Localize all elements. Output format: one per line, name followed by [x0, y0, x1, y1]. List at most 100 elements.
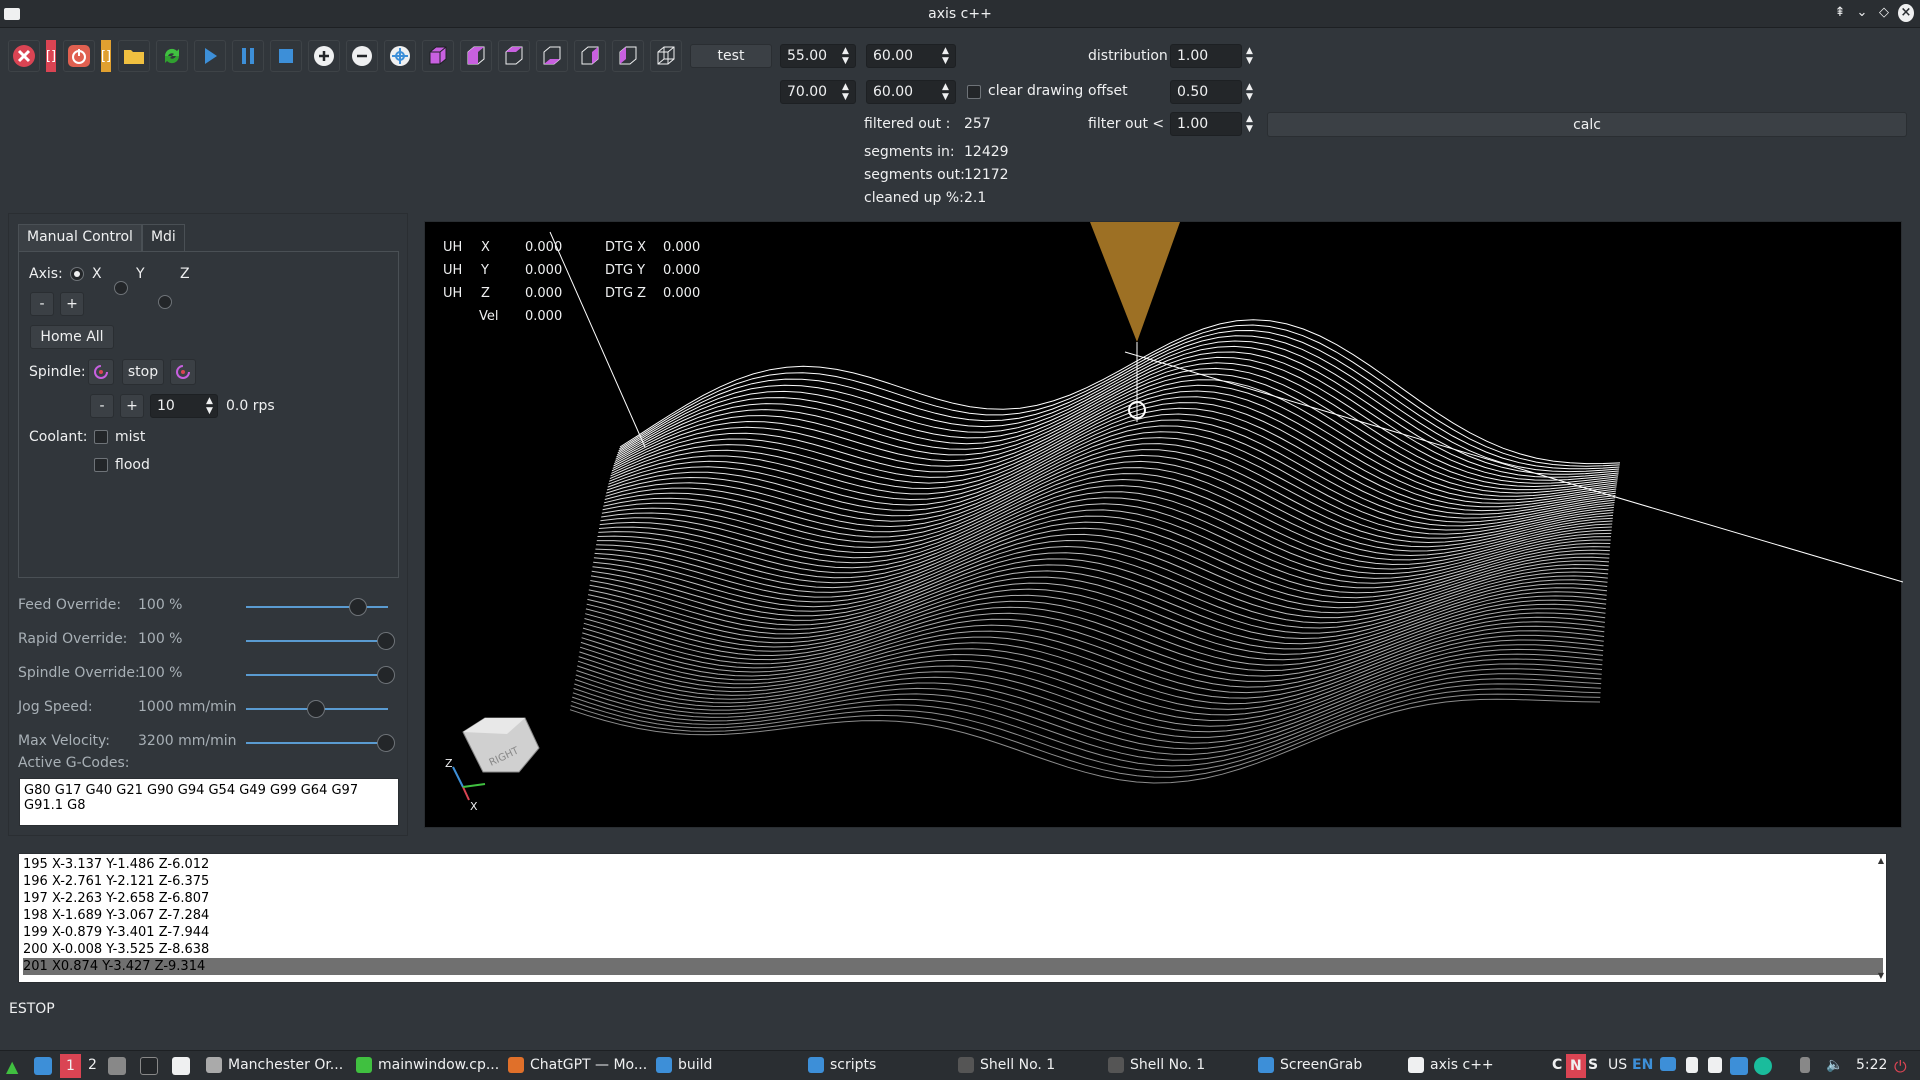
- view-cube[interactable]: RIGHT: [462, 717, 540, 773]
- terminal-launcher-icon[interactable]: [140, 1057, 158, 1075]
- param-spin-2-arrows[interactable]: ▲ ▼: [942, 46, 949, 66]
- tray-c[interactable]: C: [1552, 1057, 1562, 1073]
- override-slider-track[interactable]: [246, 640, 388, 642]
- distribution-spin-arrows[interactable]: ▲ ▼: [1246, 46, 1253, 66]
- workspace-1[interactable]: 1: [60, 1054, 81, 1078]
- param-spin-1-arrows[interactable]: ▲ ▼: [842, 46, 849, 66]
- taskbar-app[interactable]: ScreenGrab: [1258, 1057, 1362, 1073]
- axis-z-radio[interactable]: [158, 295, 172, 309]
- spindle-stop-button[interactable]: stop: [122, 359, 164, 385]
- sync-icon[interactable]: [1754, 1057, 1772, 1075]
- run-button[interactable]: [194, 40, 226, 72]
- spindle-faster-button[interactable]: +: [120, 394, 144, 418]
- gcode-line[interactable]: 196 X-2.761 Y-2.121 Z-6.375: [23, 873, 1883, 890]
- spindle-slower-button[interactable]: -: [90, 394, 114, 418]
- clipboard-icon[interactable]: [1686, 1057, 1698, 1073]
- gcode-line[interactable]: 198 X-1.689 Y-3.067 Z-7.284: [23, 907, 1883, 924]
- spindle-speed-arrows[interactable]: ▲ ▼: [206, 396, 213, 416]
- keyboard-layout-us[interactable]: US: [1608, 1057, 1627, 1073]
- stop-button[interactable]: [270, 40, 302, 72]
- view-front-button[interactable]: [498, 40, 530, 72]
- spindle-reverse-button[interactable]: [88, 359, 114, 385]
- network-icon[interactable]: [1660, 1057, 1676, 1071]
- scroll-up-icon[interactable]: ▲: [1878, 856, 1884, 865]
- zoom-fit-button[interactable]: [384, 40, 416, 72]
- override-slider-handle[interactable]: [377, 666, 395, 684]
- override-slider-handle[interactable]: [349, 598, 367, 616]
- view-left-button[interactable]: [574, 40, 606, 72]
- taskbar-app[interactable]: mainwindow.cp...: [356, 1057, 499, 1073]
- show-desktop-icon[interactable]: [34, 1057, 52, 1075]
- view-back-button[interactable]: [650, 40, 682, 72]
- machine-power-button[interactable]: [63, 40, 95, 72]
- distribution-spin[interactable]: 1.00: [1170, 44, 1242, 68]
- jog-plus-button[interactable]: +: [60, 292, 84, 316]
- view-side-button[interactable]: [536, 40, 568, 72]
- tray-s[interactable]: S: [1588, 1057, 1598, 1073]
- power-menu-icon[interactable]: ⏻: [1894, 1057, 1907, 1077]
- test-button[interactable]: test: [690, 44, 772, 68]
- tray-n[interactable]: N: [1566, 1054, 1586, 1078]
- taskbar-app[interactable]: Manchester Or...: [206, 1057, 343, 1073]
- taskbar-app[interactable]: axis c++: [1408, 1057, 1494, 1073]
- zoom-in-button[interactable]: [308, 40, 340, 72]
- taskbar-app[interactable]: build: [656, 1057, 712, 1073]
- taskbar-app[interactable]: Shell No. 1: [958, 1057, 1055, 1073]
- gcode-line[interactable]: 195 X-3.137 Y-1.486 Z-6.012: [23, 856, 1883, 873]
- taskbar-app[interactable]: ChatGPT — Mo...: [508, 1057, 647, 1073]
- override-slider-handle[interactable]: [307, 700, 325, 718]
- pause-button[interactable]: [232, 40, 264, 72]
- reload-button[interactable]: [156, 40, 188, 72]
- volume-icon[interactable]: 🔈: [1826, 1057, 1843, 1073]
- minimize-icon[interactable]: ⌄: [1854, 4, 1870, 22]
- keyboard-layout-en[interactable]: EN: [1632, 1057, 1653, 1073]
- maximize-icon[interactable]: ◇: [1876, 4, 1892, 22]
- filter-spin-arrows[interactable]: ▲ ▼: [1246, 114, 1253, 134]
- estop-button[interactable]: [8, 40, 40, 72]
- taskbar-app[interactable]: Shell No. 1: [1108, 1057, 1205, 1073]
- axis-y-radio[interactable]: [114, 281, 128, 295]
- preview-viewport[interactable]: RIGHT Z X UH X 0.000 DTG X 0.000 UH Y 0.…: [424, 221, 1903, 828]
- param-spin-3-arrows[interactable]: ▲ ▼: [842, 82, 849, 102]
- workspace-2[interactable]: 2: [88, 1057, 97, 1073]
- gcode-line[interactable]: 200 X-0.008 Y-3.525 Z-8.638: [23, 941, 1883, 958]
- mist-checkbox[interactable]: [94, 430, 108, 444]
- close-icon[interactable]: ×: [1898, 4, 1914, 22]
- home-all-button[interactable]: Home All: [30, 325, 114, 349]
- flood-checkbox[interactable]: [94, 458, 108, 472]
- tab-mdi[interactable]: Mdi: [141, 224, 185, 252]
- override-slider-handle[interactable]: [377, 632, 395, 650]
- override-slider-track[interactable]: [246, 742, 388, 744]
- offset-spin[interactable]: 0.50: [1170, 80, 1242, 104]
- calc-button[interactable]: calc: [1267, 112, 1907, 137]
- view-top-button[interactable]: [460, 40, 492, 72]
- gcode-line[interactable]: 201 X0.874 Y-3.427 Z-9.314: [23, 958, 1883, 975]
- battery-icon[interactable]: [1800, 1057, 1810, 1073]
- view-right-button[interactable]: [612, 40, 644, 72]
- param-spin-4-arrows[interactable]: ▲ ▼: [942, 82, 949, 102]
- gcode-line[interactable]: 199 X-0.879 Y-3.401 Z-7.944: [23, 924, 1883, 941]
- tab-manual-control[interactable]: Manual Control: [18, 224, 142, 252]
- offset-spin-arrows[interactable]: ▲ ▼: [1246, 82, 1253, 102]
- override-slider-handle[interactable]: [377, 734, 395, 752]
- keep-above-icon[interactable]: ⇞: [1832, 4, 1848, 22]
- spindle-forward-button[interactable]: [170, 359, 196, 385]
- jog-minus-button[interactable]: -: [30, 292, 54, 316]
- gcode-line[interactable]: 197 X-2.263 Y-2.658 Z-6.807: [23, 890, 1883, 907]
- taskbar-app[interactable]: scripts: [808, 1057, 876, 1073]
- view-iso-button[interactable]: [422, 40, 454, 72]
- axis-x-radio[interactable]: [70, 267, 84, 281]
- updates-icon[interactable]: [1708, 1057, 1722, 1073]
- gcode-listing[interactable]: 195 X-3.137 Y-1.486 Z-6.012 196 X-2.761 Y…: [18, 853, 1887, 983]
- zoom-out-button[interactable]: [346, 40, 378, 72]
- clear-drawing-checkbox[interactable]: [967, 85, 981, 99]
- dropbox-icon[interactable]: [1730, 1057, 1748, 1075]
- override-slider-track[interactable]: [246, 674, 388, 676]
- file-manager-launcher-icon[interactable]: [108, 1057, 126, 1075]
- clock[interactable]: 5:22: [1856, 1057, 1887, 1073]
- filter-spin[interactable]: 1.00: [1170, 112, 1242, 136]
- scroll-down-icon[interactable]: ▼: [1878, 971, 1884, 980]
- app-menu-icon[interactable]: ▲: [6, 1057, 18, 1076]
- open-file-button[interactable]: [118, 40, 150, 72]
- editor-launcher-icon[interactable]: [172, 1057, 190, 1075]
